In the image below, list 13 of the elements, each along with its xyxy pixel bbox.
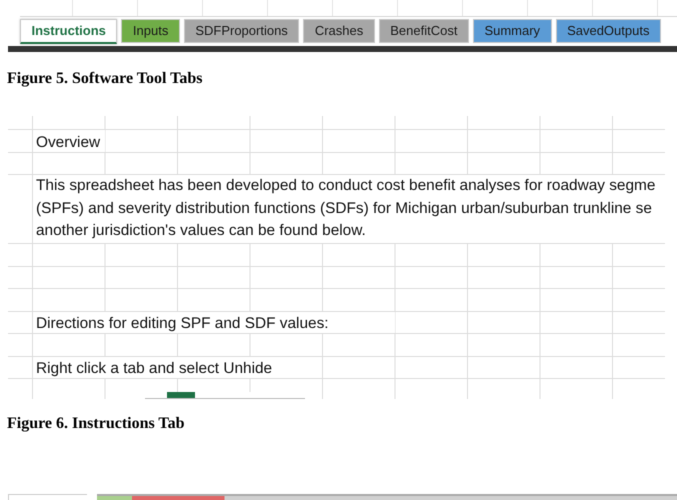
cell-text: Right click a tab and select Unhide (36, 360, 272, 378)
sheet-tab[interactable]: Inputs (121, 19, 180, 43)
sheet-tab[interactable]: BenefitCost (378, 19, 469, 43)
figure-caption: Figure 5. Software Tool Tabs (7, 70, 204, 88)
sheet-tab[interactable]: SavedOutputs (556, 19, 661, 43)
sheet-tab[interactable]: Crashes (303, 19, 375, 43)
cell-text: This spreadsheet has been developed to conduct cost benefit analyses for roadway segme (SPFs) and severity distribution functions (SDFs) for Michigan urban/suburban trunkline se another jurisdiction's values can be found below. (36, 176, 656, 242)
sheet-tab[interactable]: SDFProportions (184, 19, 300, 43)
cell-text: Overview (36, 134, 100, 152)
sheet-tab[interactable]: Summary (472, 19, 552, 43)
sheet-tab[interactable]: Instructions (20, 19, 118, 44)
cell-text: Directions for editing SPF and SDF values: (36, 315, 329, 333)
figure-caption: Figure 6. Instructions Tab (7, 415, 186, 433)
